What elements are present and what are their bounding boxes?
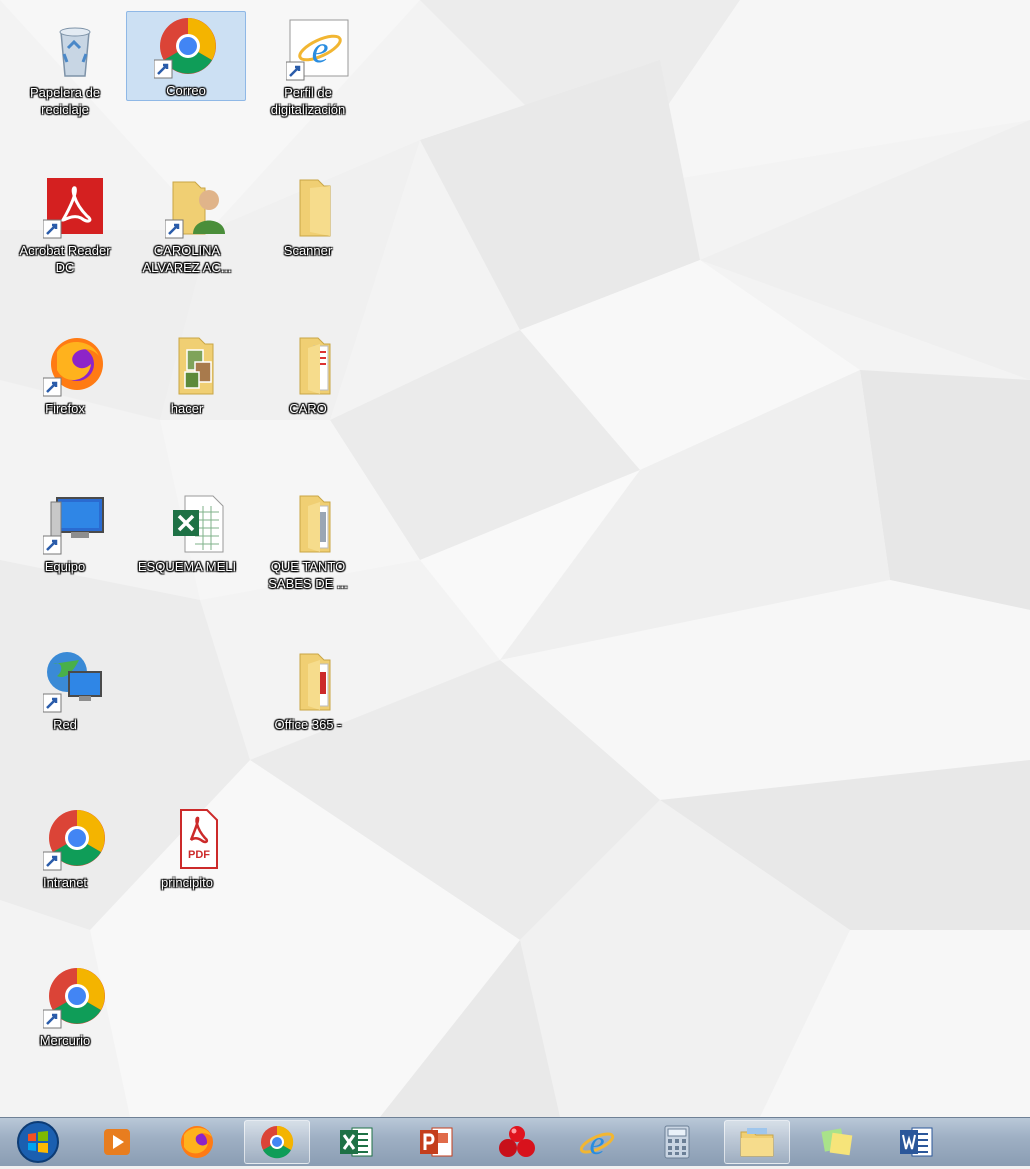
desktop-icon-label: Firefox	[45, 401, 85, 416]
taskbar-excel[interactable]	[324, 1120, 390, 1164]
desktop-icon-esquema[interactable]: ESQUEMA MELI	[135, 486, 239, 618]
desktop-icon-papelera[interactable]: Papelera de reciclaje	[13, 12, 117, 144]
taskbar-sticky-notes[interactable]	[804, 1120, 870, 1164]
excel-file-icon	[173, 495, 224, 553]
taskbar: e	[0, 1117, 1030, 1166]
desktop-icon-red[interactable]: Red	[13, 644, 117, 776]
folder-icon	[299, 179, 331, 237]
network-shortcut-icon	[43, 652, 102, 713]
folder-with-documents-icon	[299, 653, 331, 711]
desktop-icon-mercurio[interactable]: Mercurio	[13, 960, 117, 1092]
start-orb-icon	[17, 1121, 59, 1163]
svg-text:e: e	[312, 29, 329, 71]
taskbar-file-explorer[interactable]	[724, 1120, 790, 1164]
desktop-icon-label: Papelera de reciclaje	[29, 85, 101, 117]
chrome-shortcut-icon	[43, 810, 105, 871]
desktop-icon-correo[interactable]: Correo	[126, 11, 246, 101]
desktop-icon-label: Mercurio	[39, 1033, 91, 1048]
taskbar-powerpoint[interactable]	[404, 1120, 470, 1164]
internet-explorer-shortcut-icon: e	[286, 19, 349, 81]
desktop-icon-office365[interactable]: Office 365 -	[256, 644, 360, 776]
desktop[interactable]: Papelera de reciclaje Acrobat Reader DC …	[0, 0, 1030, 1117]
desktop-icon-hacer[interactable]: hacer	[135, 328, 239, 460]
svg-text:e: e	[589, 1125, 604, 1161]
desktop-icon-label: CARO	[289, 401, 327, 416]
desktop-icon-label: principito	[160, 875, 214, 890]
desktop-icon-caro[interactable]: CARO	[256, 328, 360, 460]
taskbar-calculator[interactable]	[644, 1120, 710, 1164]
chrome-shortcut-icon	[43, 968, 105, 1029]
calculator-icon	[664, 1125, 690, 1159]
desktop-icon-label: Office 365 -	[274, 717, 342, 732]
desktop-icon-firefox[interactable]: Firefox	[13, 328, 117, 460]
chrome-shortcut-icon	[154, 18, 216, 79]
desktop-icon-label: Red	[53, 717, 77, 732]
red-balls-app-icon	[499, 1126, 535, 1157]
desktop-icon-label: hacer	[170, 401, 204, 416]
desktop-icon-label: Perfil de digitalización	[270, 85, 346, 117]
taskbar-internet-explorer[interactable]: e	[564, 1120, 630, 1164]
media-player-icon	[104, 1129, 130, 1155]
desktop-icon-label: Correo	[166, 83, 206, 98]
desktop-icon-scanner[interactable]: Scanner	[256, 170, 360, 302]
folder-with-documents-icon	[299, 495, 331, 553]
desktop-icon-perfil[interactable]: e Perfil de digitalización	[256, 12, 360, 144]
desktop-icon-carolina[interactable]: CAROLINA ALVAREZ AC...	[135, 170, 239, 302]
chrome-icon	[261, 1125, 294, 1159]
sticky-notes-icon	[821, 1128, 853, 1156]
desktop-icon-label: Equipo	[44, 559, 86, 574]
recycle-bin-icon	[59, 27, 91, 77]
desktop-icon-acrobat[interactable]: Acrobat Reader DC	[13, 170, 117, 302]
desktop-icon-principito[interactable]: PDF principito	[135, 802, 239, 934]
powerpoint-icon	[420, 1127, 453, 1157]
taskbar-firefox[interactable]	[164, 1120, 230, 1164]
svg-text:PDF: PDF	[188, 849, 210, 861]
desktop-icon-label: Intranet	[42, 875, 88, 890]
firefox-shortcut-icon	[43, 338, 103, 397]
taskbar-word[interactable]	[884, 1120, 950, 1164]
word-icon	[900, 1127, 933, 1157]
desktop-icon-label: Scanner	[283, 243, 333, 258]
firefox-icon	[181, 1126, 213, 1158]
internet-explorer-icon: e	[579, 1125, 615, 1161]
folder-with-photos-icon	[178, 337, 214, 395]
desktop-icon-label: CAROLINA ALVAREZ AC...	[142, 243, 232, 275]
excel-icon	[340, 1127, 373, 1157]
desktop-icon-equipo[interactable]: Equipo	[13, 486, 117, 618]
taskbar-media-player[interactable]	[84, 1120, 150, 1164]
computer-shortcut-icon	[43, 497, 104, 555]
user-folder-shortcut-icon	[165, 181, 225, 239]
acrobat-reader-shortcut-icon	[43, 178, 103, 239]
pdf-file-icon: PDF	[180, 809, 218, 869]
desktop-icon-label: QUE TANTO SABES DE ...	[268, 559, 348, 591]
desktop-icon-label: Acrobat Reader DC	[19, 243, 111, 275]
desktop-icon-label: ESQUEMA MELI	[137, 559, 237, 574]
desktop-icon-que-tanto[interactable]: QUE TANTO SABES DE ...	[256, 486, 360, 618]
file-explorer-icon	[740, 1128, 774, 1157]
taskbar-chrome[interactable]	[244, 1120, 310, 1164]
desktop-icon-intranet[interactable]: Intranet	[13, 802, 117, 934]
start-button[interactable]	[14, 1120, 62, 1164]
taskbar-red-app[interactable]	[484, 1120, 550, 1164]
folder-with-documents-icon	[299, 337, 331, 395]
